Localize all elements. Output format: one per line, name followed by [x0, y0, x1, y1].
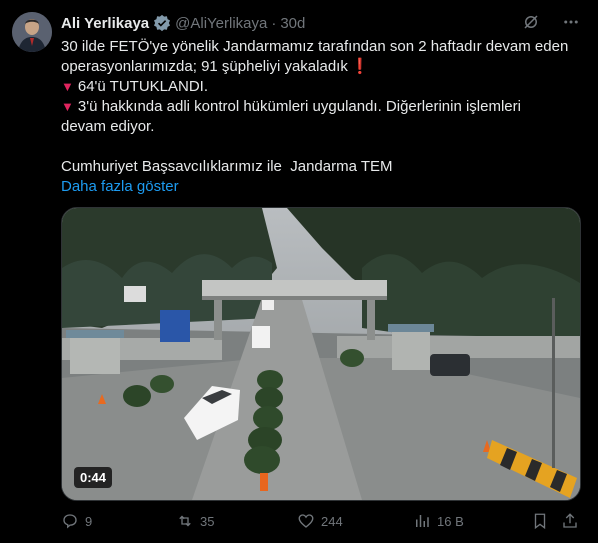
- retweet-count: 35: [200, 513, 215, 529]
- tweet-line-4-text: 3'ü hakkında adli kontrol hükümleri uygu…: [77, 98, 521, 115]
- exclamation-emoji: ❗: [350, 58, 370, 75]
- video-duration: 0:44: [74, 467, 113, 488]
- action-bar: 9 35 244 16 B: [61, 509, 583, 533]
- tweet-line-3: ▼ 64'ü TUTUKLANDI.: [61, 77, 586, 97]
- red-triangle-emoji: ▼: [61, 79, 74, 94]
- tweet-line-2-text: operasyonlarımızda; 91 şüpheliyi yakalad…: [61, 58, 348, 75]
- views-count: 16 B: [437, 513, 464, 529]
- separator-dot: ·: [271, 14, 277, 32]
- reply-button[interactable]: 9: [61, 512, 92, 530]
- header-actions: [522, 13, 580, 31]
- retweet-button[interactable]: 35: [176, 512, 214, 530]
- like-button[interactable]: 244: [297, 512, 343, 530]
- share-icon: [563, 513, 577, 528]
- show-more-link[interactable]: Daha fazla göster: [61, 177, 586, 197]
- like-icon: [298, 514, 314, 528]
- tweet-line-5: devam ediyor.: [61, 118, 155, 135]
- bookmark-icon: [534, 513, 546, 530]
- tweet-line-4: ▼ 3'ü hakkında adli kontrol hükümleri uyg…: [61, 97, 586, 117]
- tweet-line-3-text: 64'ü TUTUKLANDI.: [77, 78, 209, 95]
- like-count: 244: [321, 513, 343, 529]
- author-name[interactable]: Ali Yerlikaya: [61, 15, 149, 32]
- video-frame: [62, 208, 580, 500]
- views-button[interactable]: 16 B: [413, 512, 464, 530]
- verified-badge-icon: [153, 14, 171, 32]
- tweet-line-2: operasyonlarımızda; 91 şüpheliyi yakalad…: [61, 57, 586, 77]
- tweet-text: 30 ilde FETÖ'ye yönelik Jandarmamız tara…: [61, 37, 586, 197]
- retweet-icon: [179, 515, 191, 527]
- video-player[interactable]: 0:44: [61, 207, 581, 501]
- reply-icon: [63, 514, 77, 529]
- tweet-header: Ali Yerlikaya @AliYerlikaya · 30d: [61, 13, 305, 33]
- more-icon[interactable]: [562, 13, 580, 31]
- timestamp[interactable]: 30d: [280, 15, 305, 32]
- tweet-line-1: 30 ilde FETÖ'ye yönelik Jandarmamız tara…: [61, 38, 569, 55]
- author-handle[interactable]: @AliYerlikaya: [175, 15, 267, 32]
- views-icon: [416, 515, 429, 527]
- tweet[interactable]: Ali Yerlikaya @AliYerlikaya · 30d 30 ild…: [0, 0, 598, 543]
- red-triangle-emoji: ▼: [61, 99, 74, 114]
- avatar[interactable]: [12, 12, 52, 52]
- share-button[interactable]: [561, 512, 585, 530]
- bookmark-button[interactable]: [531, 512, 555, 530]
- grok-icon[interactable]: [522, 13, 540, 31]
- tweet-line-6: Cumhuriyet Başsavcılıklarımız ile Jandar…: [61, 158, 393, 175]
- reply-count: 9: [85, 513, 93, 529]
